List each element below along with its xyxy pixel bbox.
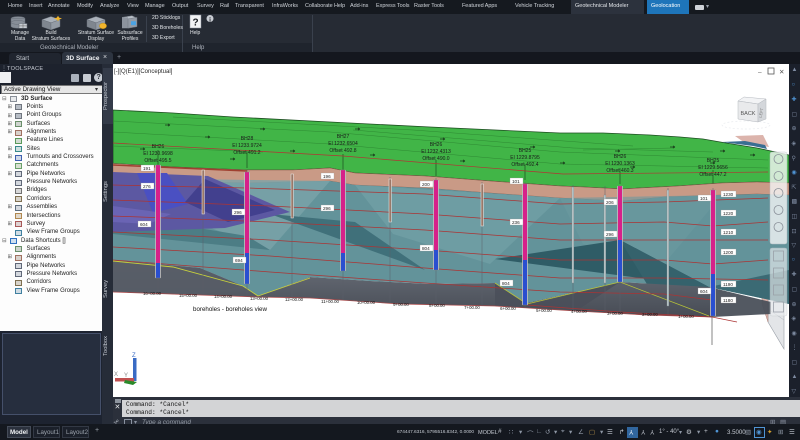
svg-text:El 1229.5656: El 1229.5656 — [698, 165, 728, 171]
svg-text:10+00.00: 10+00.00 — [357, 300, 376, 305]
svg-text:9+00.00: 9+00.00 — [393, 302, 409, 307]
svg-text:200: 200 — [422, 182, 430, 187]
svg-text:2+00.00: 2+00.00 — [642, 312, 658, 317]
svg-text:276: 276 — [143, 184, 151, 189]
svg-text:13+00.00: 13+00.00 — [250, 296, 269, 301]
svg-text:X: X — [114, 372, 118, 378]
svg-text:196: 196 — [323, 174, 331, 179]
svg-text:El 1229.8795: El 1229.8795 — [510, 155, 540, 161]
svg-text:El 1230.1363: El 1230.1363 — [605, 161, 635, 167]
svg-text:296: 296 — [606, 232, 614, 237]
svg-text:BH26: BH26 — [614, 154, 627, 160]
svg-text:296: 296 — [234, 210, 242, 215]
svg-text:Offset 495.5: Offset 495.5 — [144, 158, 171, 164]
svg-text:14+00.00: 14+00.00 — [214, 294, 233, 299]
svg-text:El 1232.4313: El 1232.4313 — [421, 149, 451, 155]
svg-text:El 1230.9698: El 1230.9698 — [143, 151, 173, 157]
svg-text:1220: 1220 — [723, 211, 734, 216]
svg-text:206: 206 — [606, 200, 614, 205]
svg-text:El 1233.9724: El 1233.9724 — [232, 143, 262, 149]
svg-text:1200: 1200 — [723, 250, 734, 255]
svg-text:BH26: BH26 — [430, 142, 443, 148]
svg-text:1180: 1180 — [723, 298, 733, 303]
svg-text:604: 604 — [140, 222, 148, 227]
svg-text:BACK: BACK — [741, 111, 756, 117]
svg-text:804: 804 — [502, 281, 510, 286]
svg-text:Offset 492.8: Offset 492.8 — [329, 148, 356, 154]
svg-text:?: ? — [192, 18, 198, 29]
svg-text:Y: Y — [124, 373, 128, 379]
svg-text:boreholes - boreholes view: boreholes - boreholes view — [193, 306, 267, 313]
svg-text:5+00.00: 5+00.00 — [536, 308, 552, 313]
svg-text:804: 804 — [422, 246, 430, 251]
svg-text:‒: ‒ — [758, 69, 762, 76]
svg-text:236: 236 — [512, 220, 520, 225]
svg-text:BH26: BH26 — [152, 144, 165, 150]
svg-text:101: 101 — [512, 179, 520, 184]
svg-text:15+00.00: 15+00.00 — [179, 293, 198, 298]
svg-text:694: 694 — [235, 258, 243, 263]
svg-text:Offset 492.4: Offset 492.4 — [511, 162, 538, 168]
svg-text:✕: ✕ — [779, 69, 784, 76]
svg-text:3+00.00: 3+00.00 — [607, 311, 623, 316]
svg-text:7+00.00: 7+00.00 — [464, 305, 480, 310]
svg-text:El 1232.6504: El 1232.6504 — [328, 141, 358, 147]
svg-text:BH25: BH25 — [707, 158, 720, 164]
svg-text:101: 101 — [700, 196, 708, 201]
svg-text:6+00.00: 6+00.00 — [500, 306, 516, 311]
svg-text:1210: 1210 — [723, 230, 734, 235]
svg-text:Offset 447.2: Offset 447.2 — [699, 172, 726, 178]
svg-text:Offset 490.0: Offset 490.0 — [422, 156, 449, 162]
svg-text:4+00.00: 4+00.00 — [571, 309, 587, 314]
svg-text:Z: Z — [132, 353, 136, 359]
svg-text:1+00.00: 1+00.00 — [678, 314, 694, 319]
svg-text:296: 296 — [323, 206, 331, 211]
svg-text:[-][Q(E1)][Conceptual]: [-][Q(E1)][Conceptual] — [114, 69, 173, 75]
svg-text:Offset 491.2: Offset 491.2 — [233, 150, 260, 156]
svg-text:BH27: BH27 — [337, 134, 350, 140]
svg-text:191: 191 — [143, 166, 151, 171]
svg-text:Offset 460.3: Offset 460.3 — [606, 168, 633, 174]
svg-text:1230: 1230 — [723, 192, 734, 197]
svg-text:12+00.00: 12+00.00 — [285, 297, 304, 302]
svg-text:1190: 1190 — [723, 282, 733, 287]
svg-text:16+00.00: 16+00.00 — [143, 291, 162, 296]
svg-text:11+00.00: 11+00.00 — [321, 299, 339, 304]
svg-text:604: 604 — [700, 289, 708, 294]
svg-text:8+00.00: 8+00.00 — [429, 303, 445, 308]
svg-text:BH25: BH25 — [519, 148, 532, 154]
svg-text:i: i — [209, 17, 211, 24]
svg-text:BH28: BH28 — [241, 136, 254, 142]
